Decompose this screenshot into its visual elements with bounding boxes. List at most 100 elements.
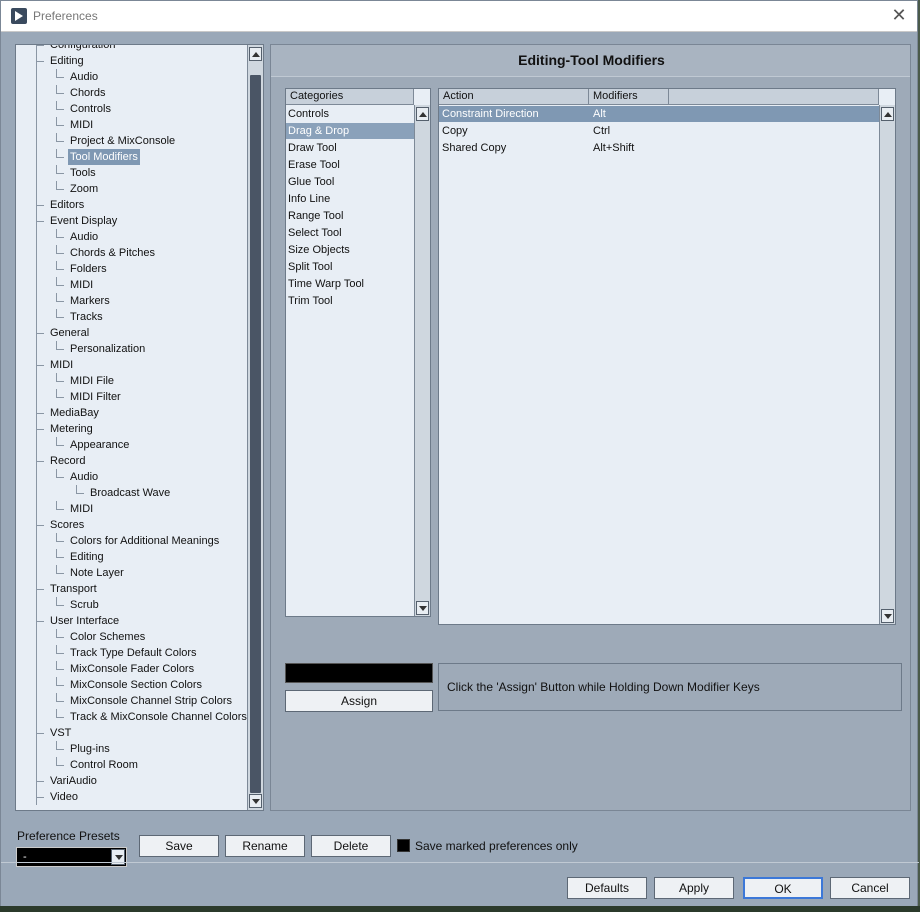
tree-item[interactable]: Event Display	[16, 213, 248, 229]
tree-item[interactable]: Track Type Default Colors	[16, 645, 248, 661]
tree-item[interactable]: Folders	[16, 261, 248, 277]
category-item[interactable]: Info Line	[286, 191, 414, 207]
tree-item[interactable]: Audio	[16, 229, 248, 245]
tree-connector	[36, 661, 37, 677]
tree-item[interactable]: Colors for Additional Meanings	[16, 533, 248, 549]
tree-item[interactable]: Project & MixConsole	[16, 133, 248, 149]
tree-scrollbar[interactable]	[247, 45, 263, 810]
rename-preset-button[interactable]: Rename	[225, 835, 305, 857]
tree-item[interactable]: MixConsole Section Colors	[16, 677, 248, 693]
tree-item[interactable]: Audio	[16, 69, 248, 85]
tree-item[interactable]: MIDI	[16, 357, 248, 373]
tree-item[interactable]: Broadcast Wave	[16, 485, 248, 501]
tree-item[interactable]: Record	[16, 453, 248, 469]
tree-item[interactable]: Editing	[16, 549, 248, 565]
close-icon[interactable]: ✕	[889, 5, 909, 25]
tree-item[interactable]: Markers	[16, 293, 248, 309]
tree-item[interactable]: Video	[16, 789, 248, 805]
empty-column-header	[669, 89, 879, 105]
table-row[interactable]: Copy Ctrl	[439, 123, 879, 139]
tree-item[interactable]: Editors	[16, 197, 248, 213]
tree-item[interactable]: Audio	[16, 469, 248, 485]
tree-item[interactable]: User Interface	[16, 613, 248, 629]
actions-scrollbar[interactable]	[879, 105, 895, 624]
category-item[interactable]: Glue Tool	[286, 174, 414, 190]
assign-button[interactable]: Assign	[285, 690, 433, 712]
category-item[interactable]: Controls	[286, 106, 414, 122]
tree-item[interactable]: MediaBay	[16, 405, 248, 421]
category-item[interactable]: Draw Tool	[286, 140, 414, 156]
modifiers-column-header[interactable]: Modifiers	[589, 89, 669, 105]
tree-connector	[56, 445, 64, 446]
tree-connector	[36, 133, 37, 149]
delete-preset-button[interactable]: Delete	[311, 835, 391, 857]
scroll-down-button[interactable]	[249, 794, 262, 808]
tree-item[interactable]: Note Layer	[16, 565, 248, 581]
category-item[interactable]: Split Tool	[286, 259, 414, 275]
category-item[interactable]: Range Tool	[286, 208, 414, 224]
tree-item[interactable]: Configuration	[16, 45, 248, 53]
actions-scroll-up[interactable]	[881, 107, 894, 121]
tree-connector	[56, 437, 57, 445]
table-row[interactable]: Shared Copy Alt+Shift	[439, 140, 879, 156]
cancel-button[interactable]: Cancel	[830, 877, 910, 899]
tree-item[interactable]: Scrub	[16, 597, 248, 613]
tree-connector	[56, 645, 57, 653]
tree-item[interactable]: Plug-ins	[16, 741, 248, 757]
tree-item-label: Controls	[70, 103, 111, 115]
save-marked-checkbox[interactable]	[397, 839, 410, 852]
tree-item[interactable]: MIDI File	[16, 373, 248, 389]
action-column-header[interactable]: Action	[439, 89, 589, 105]
tree-item[interactable]: MIDI	[16, 501, 248, 517]
tree-item[interactable]: Control Room	[16, 757, 248, 773]
modifier-key-field[interactable]	[285, 663, 433, 683]
category-item[interactable]: Select Tool	[286, 225, 414, 241]
tree-item[interactable]: Tools	[16, 165, 248, 181]
tree-item[interactable]: Metering	[16, 421, 248, 437]
table-row[interactable]: Constraint Direction Alt	[439, 106, 879, 122]
tree-item[interactable]: Controls	[16, 101, 248, 117]
ok-button[interactable]: OK	[743, 877, 823, 899]
defaults-button[interactable]: Defaults	[567, 877, 647, 899]
apply-button[interactable]: Apply	[654, 877, 734, 899]
tree-connector	[36, 789, 37, 805]
tree-item[interactable]: Color Schemes	[16, 629, 248, 645]
actions-scroll-down[interactable]	[881, 609, 894, 623]
tree-item[interactable]: Scores	[16, 517, 248, 533]
tree-connector	[76, 493, 84, 494]
save-preset-button[interactable]: Save	[139, 835, 219, 857]
tree-item-label: Editors	[50, 199, 85, 211]
tree-item[interactable]: Personalization	[16, 341, 248, 357]
presets-dropdown[interactable]: -	[16, 847, 127, 867]
tree-item[interactable]: VariAudio	[16, 773, 248, 789]
tree-item[interactable]: General	[16, 325, 248, 341]
category-item[interactable]: Size Objects	[286, 242, 414, 258]
tree-item[interactable]: Chords & Pitches	[16, 245, 248, 261]
categories-scrollbar[interactable]	[414, 105, 430, 616]
tree-item[interactable]: Tracks	[16, 309, 248, 325]
category-item[interactable]: Trim Tool	[286, 293, 414, 309]
tree-list: Configuration Editing Audio Chords Controls M…	[16, 45, 248, 805]
tree-item[interactable]: MixConsole Fader Colors	[16, 661, 248, 677]
tree-connector	[36, 45, 44, 46]
tree-item[interactable]: MIDI	[16, 277, 248, 293]
tree-item-label: General	[50, 327, 90, 339]
category-item[interactable]: Time Warp Tool	[286, 276, 414, 292]
scroll-thumb[interactable]	[250, 75, 261, 793]
tree-item[interactable]: Editing	[16, 53, 248, 69]
category-item[interactable]: Drag & Drop	[286, 123, 414, 139]
scroll-up-button[interactable]	[249, 47, 262, 61]
tree-item[interactable]: Chords	[16, 85, 248, 101]
tree-item[interactable]: MixConsole Channel Strip Colors	[16, 693, 248, 709]
tree-item[interactable]: MIDI Filter	[16, 389, 248, 405]
tree-item[interactable]: Appearance	[16, 437, 248, 453]
tree-item[interactable]: Transport	[16, 581, 248, 597]
categories-scroll-down[interactable]	[416, 601, 429, 615]
tree-item[interactable]: MIDI	[16, 117, 248, 133]
tree-item[interactable]: VST	[16, 725, 248, 741]
tree-item[interactable]: Tool Modifiers	[16, 149, 248, 165]
tree-item[interactable]: Track & MixConsole Channel Colors	[16, 709, 248, 725]
categories-scroll-up[interactable]	[416, 107, 429, 121]
category-item[interactable]: Erase Tool	[286, 157, 414, 173]
tree-item[interactable]: Zoom	[16, 181, 248, 197]
